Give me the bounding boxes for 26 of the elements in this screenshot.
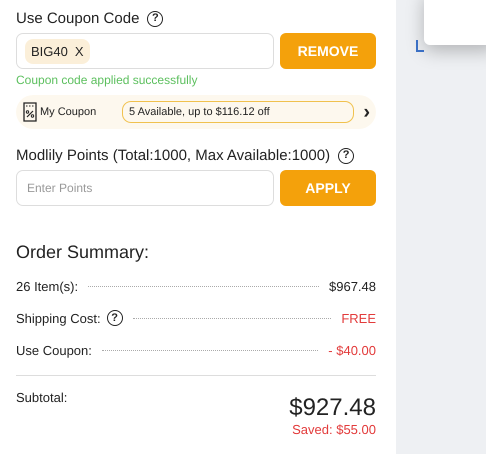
coupon-availability: 5 Available, up to $116.12 off [122, 101, 354, 123]
popup-card [424, 0, 486, 45]
saved-amount: Saved: $55.00 [292, 422, 376, 437]
coupon-field[interactable]: BIG40 X [16, 33, 274, 69]
my-coupon-bar[interactable]: My Coupon 5 Available, up to $116.12 off › [16, 95, 376, 129]
help-icon[interactable]: ? [338, 148, 354, 164]
summary-label: 26 Item(s): [16, 278, 78, 294]
help-icon[interactable]: ? [147, 10, 164, 26]
summary-label: Use Coupon: [16, 342, 92, 358]
success-message: Coupon code applied successfully [16, 73, 198, 87]
points-field[interactable]: Enter Points [16, 170, 274, 206]
summary-value: - $40.00 [328, 342, 376, 358]
summary-label: Shipping Cost: [16, 310, 101, 326]
corner-bracket-icon [416, 40, 424, 52]
coupon-icon [22, 102, 38, 122]
subtotal-label: Subtotal: [16, 390, 68, 407]
subtotal-amount: $927.48 [289, 394, 376, 422]
help-icon[interactable]: ? [106, 310, 123, 326]
order-summary-title: Order Summary: [16, 242, 150, 263]
coupon-label: Use Coupon Code [16, 10, 140, 27]
my-coupon-label: My Coupon [40, 106, 98, 118]
summary-value: FREE [341, 310, 376, 326]
summary-value: $967.48 [329, 278, 376, 294]
chevron[interactable]: › [356, 102, 370, 122]
points-label: Modlily Points (Total:1000, Max Available:1000) [16, 147, 330, 164]
coupon-chip: BIG40 X [25, 38, 90, 64]
